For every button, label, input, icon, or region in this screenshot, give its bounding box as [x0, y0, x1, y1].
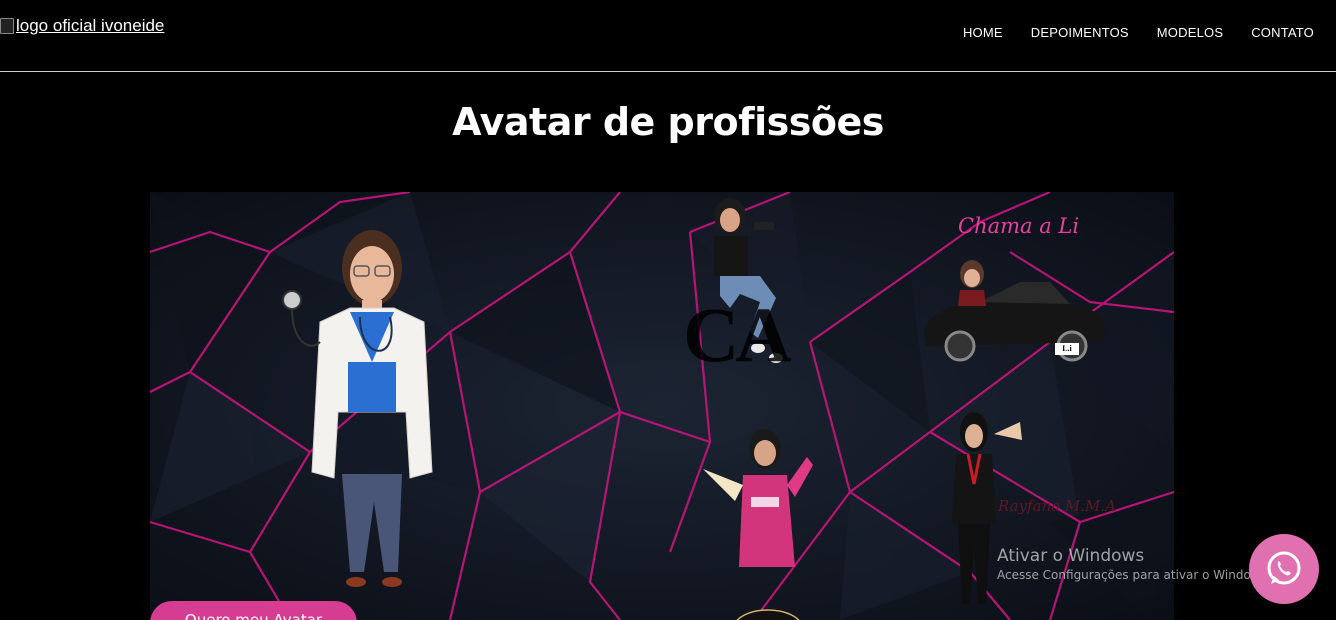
- nav-depoimentos-link[interactable]: DEPOIMENTOS: [1031, 25, 1129, 40]
- nav-home-link[interactable]: HOME: [963, 25, 1003, 40]
- nav-modelos-link[interactable]: MODELOS: [1157, 25, 1223, 40]
- site-header: logo oficial ivoneide HOME DEPOIMENTOS M…: [0, 0, 1336, 72]
- site-logo[interactable]: logo oficial ivoneide: [0, 16, 164, 36]
- whatsapp-icon: [1267, 551, 1301, 585]
- order-avatar-button[interactable]: Quero meu Avatar: [150, 601, 357, 620]
- whatsapp-button[interactable]: [1249, 534, 1319, 604]
- avatar-gallery-image: [150, 192, 1174, 620]
- main-nav: HOME DEPOIMENTOS MODELOS CONTATO: [963, 25, 1314, 40]
- gallery-watermark-letters: CA: [683, 291, 792, 378]
- car-plate-text: L.i: [1055, 343, 1079, 355]
- gallery-script-text: Chama a Li: [958, 214, 1080, 238]
- broken-image-icon: [0, 18, 14, 34]
- nav-contato-link[interactable]: CONTATO: [1251, 25, 1314, 40]
- section-title: Avatar de profissões: [452, 100, 884, 144]
- gallery-background: [150, 192, 1174, 620]
- gallery-signature: Rayfana M.M.A: [998, 497, 1117, 515]
- logo-alt-text[interactable]: logo oficial ivoneide: [16, 16, 164, 36]
